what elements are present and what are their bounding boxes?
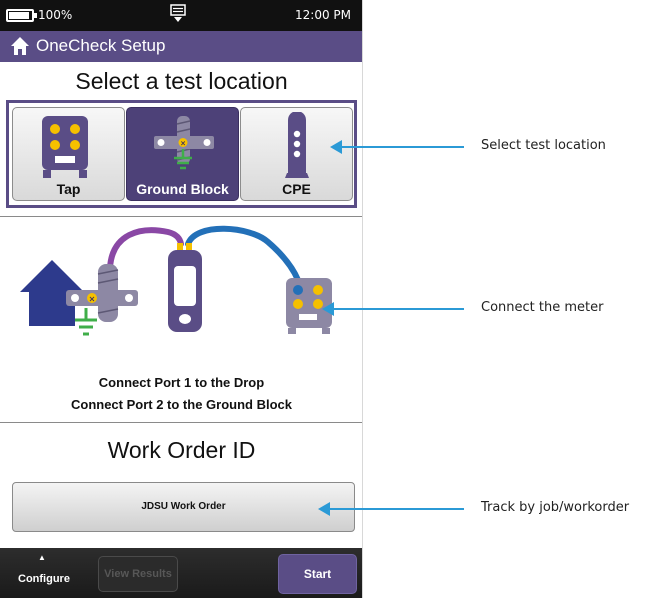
svg-text:×: × <box>180 140 186 148</box>
clock: 12:00 PM <box>295 8 351 22</box>
cpe-button[interactable]: CPE <box>240 107 353 201</box>
blue-cable <box>185 225 301 283</box>
divider <box>0 422 362 423</box>
caret-up-icon: ▲ <box>38 553 46 562</box>
callout-label: Track by job/workorder <box>481 500 630 515</box>
configure-label: Configure <box>18 573 70 585</box>
divider <box>0 216 362 217</box>
start-button[interactable]: Start <box>278 554 357 594</box>
callout-line <box>340 146 464 148</box>
page-title: OneCheck Setup <box>36 36 166 55</box>
callout-label: Connect the meter <box>481 300 604 315</box>
ground-block-label: Ground Block <box>136 181 229 197</box>
cpe-label: CPE <box>282 181 311 197</box>
tap-button[interactable]: Tap <box>12 107 125 201</box>
ground-block-icon: × <box>154 116 214 170</box>
meter-icon <box>168 243 202 332</box>
ground-block-button[interactable]: × Ground Block <box>126 107 239 201</box>
callout-line <box>328 508 464 510</box>
title-bar: OneCheck Setup <box>0 31 362 62</box>
work-order-button[interactable]: JDSU Work Order <box>12 482 355 532</box>
device-screen: 100% 12:00 PM OneCheck Setup Select a te… <box>0 0 363 598</box>
tap-icon <box>42 116 88 178</box>
instruction-line-1: Connect Port 1 to the Drop <box>98 375 265 390</box>
svg-text:×: × <box>89 295 96 304</box>
ground-block-icon: × <box>66 264 138 336</box>
home-icon[interactable] <box>10 36 30 61</box>
connection-diagram: × <box>20 225 332 336</box>
status-bar: 100% 12:00 PM <box>0 0 362 31</box>
work-order-heading: Work Order ID <box>107 437 256 463</box>
battery-icon <box>6 9 37 22</box>
notification-tray-icon[interactable] <box>170 4 186 27</box>
callout-line <box>332 308 464 310</box>
configure-button[interactable]: ▲ Configure <box>6 552 82 592</box>
location-heading: Select a test location <box>75 68 288 94</box>
view-results-button[interactable]: View Results <box>98 556 178 592</box>
bottom-bar: ▲ Configure View Results Start <box>0 548 362 598</box>
instruction-line-2: Connect Port 2 to the Ground Block <box>70 397 292 412</box>
callout-label: Select test location <box>481 138 606 153</box>
battery-percent: 100% <box>38 8 73 22</box>
tap-label: Tap <box>56 181 81 197</box>
location-selector: Tap × Ground Block CPE <box>6 100 357 208</box>
